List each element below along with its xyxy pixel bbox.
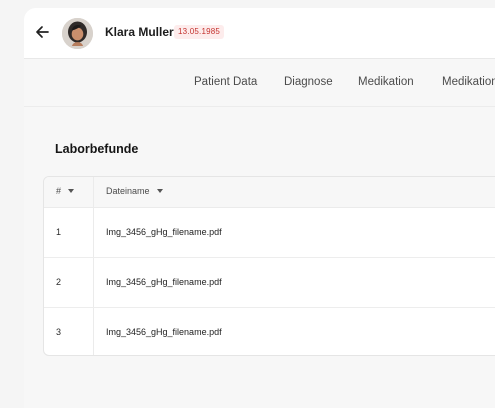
- caret-down-icon[interactable]: [68, 189, 75, 193]
- section-title: Laborbefunde: [55, 142, 139, 157]
- tab-medikation-second[interactable]: Medikation: [442, 76, 495, 88]
- caret-down-icon[interactable]: [156, 189, 163, 193]
- table-header: # Dateiname: [44, 177, 495, 208]
- file-name[interactable]: Img_3456_gHg_filename.pdf: [106, 227, 222, 237]
- tab-patient-data[interactable]: Patient Data: [194, 76, 257, 88]
- row-index: 2: [56, 277, 62, 287]
- row-index: 3: [56, 327, 62, 337]
- column-header-filename-label: Dateiname: [106, 186, 150, 196]
- column-header-index[interactable]: #: [56, 186, 75, 196]
- row-index: 1: [56, 227, 62, 237]
- arrow-left-icon[interactable]: [34, 24, 50, 40]
- column-header-filename[interactable]: Dateiname: [106, 186, 163, 196]
- patient-tabs: Patient Data Diagnose Medikation Medikat…: [24, 59, 495, 107]
- table-row[interactable]: 3 Img_3456_gHg_filename.pdf: [44, 308, 495, 355]
- column-header-index-label: #: [56, 186, 62, 196]
- lab-results-table: # Dateiname 1 Img_3456_gHg_filename.pdf …: [43, 176, 495, 356]
- birth-date-badge: 13.05.1985: [174, 25, 225, 39]
- tab-diagnose[interactable]: Diagnose: [284, 76, 333, 88]
- patient-header: Klara Muller 13.05.1985: [24, 8, 495, 59]
- table-row[interactable]: 2 Img_3456_gHg_filename.pdf: [44, 258, 495, 308]
- patient-name: Klara Muller: [105, 25, 174, 39]
- table-row[interactable]: 1 Img_3456_gHg_filename.pdf: [44, 208, 495, 258]
- app-window: Klara Muller 13.05.1985 Patient Data Dia…: [24, 8, 495, 408]
- file-name[interactable]: Img_3456_gHg_filename.pdf: [106, 327, 222, 337]
- patient-photo: [62, 18, 93, 49]
- tab-medikation[interactable]: Medikation: [358, 76, 414, 88]
- file-name[interactable]: Img_3456_gHg_filename.pdf: [106, 277, 222, 287]
- avatar: [62, 18, 93, 49]
